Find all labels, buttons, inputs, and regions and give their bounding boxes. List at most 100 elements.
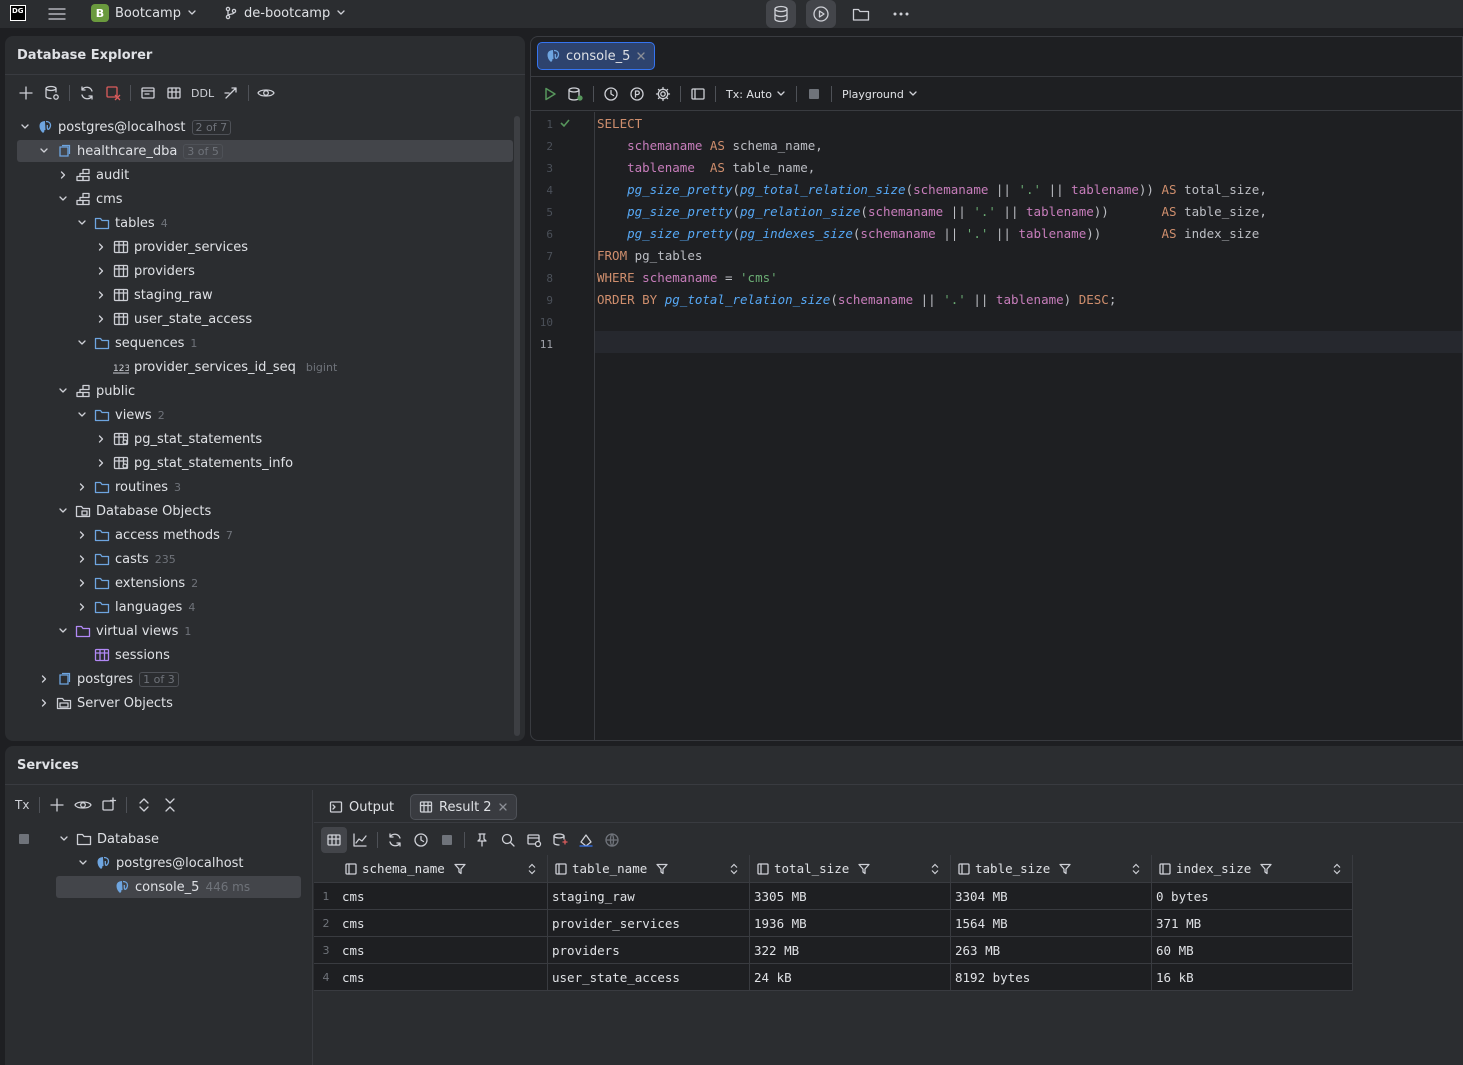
filter-icon[interactable]	[453, 862, 467, 876]
services-toolwindow-button[interactable]	[806, 0, 836, 28]
table-cell[interactable]: 60 MB	[1152, 937, 1353, 964]
tree-node-view[interactable]: pg_stat_statements	[5, 428, 513, 450]
chevron-right-icon[interactable]	[75, 576, 89, 590]
table-view-button[interactable]	[321, 827, 347, 853]
tab-output[interactable]: Output	[321, 794, 402, 820]
table-cell[interactable]: 24 kB	[750, 964, 951, 991]
chevron-right-icon[interactable]	[75, 528, 89, 542]
chevron-down-icon[interactable]	[56, 384, 70, 398]
table-cell[interactable]: cms	[338, 883, 548, 910]
sort-icon[interactable]	[729, 863, 739, 875]
export-button[interactable]	[547, 827, 573, 853]
filter-icon[interactable]	[1058, 862, 1072, 876]
tree-node-view[interactable]: pg_stat_statements_info	[5, 452, 513, 474]
tree-node-view[interactable]: sessions	[5, 644, 513, 666]
files-toolwindow-button[interactable]	[846, 0, 876, 28]
table-cell[interactable]: 3305 MB	[750, 883, 951, 910]
tree-node-table[interactable]: providers	[5, 260, 513, 282]
cancel-button[interactable]	[434, 827, 460, 853]
service-node-database[interactable]: Database	[57, 828, 159, 850]
tree-node-folder[interactable]: tables 4	[5, 212, 513, 234]
filter-icon[interactable]	[655, 862, 669, 876]
stop-icon[interactable]	[19, 834, 29, 844]
table-cell[interactable]: 322 MB	[750, 937, 951, 964]
chevron-right-icon[interactable]	[94, 432, 108, 446]
table-cell[interactable]: cms	[338, 910, 548, 937]
main-menu-button[interactable]	[42, 0, 72, 28]
tree-node-folder[interactable]: Server Objects	[5, 692, 513, 714]
table-cell[interactable]: 8192 bytes	[951, 964, 1152, 991]
chevron-right-icon[interactable]	[94, 312, 108, 326]
search-button[interactable]	[495, 827, 521, 853]
tree-node-folder[interactable]: sequences 1	[5, 332, 513, 354]
pin-parameters-button[interactable]	[624, 81, 650, 107]
new-button[interactable]	[13, 80, 39, 106]
explain-plan-button[interactable]	[563, 81, 589, 107]
data-editor-button[interactable]	[573, 827, 599, 853]
chevron-down-icon[interactable]	[56, 192, 70, 206]
tree-node-database[interactable]: healthcare_dba 3 of 5	[17, 140, 513, 162]
edit-data-button[interactable]	[161, 80, 187, 106]
jump-to-source-button[interactable]	[218, 80, 244, 106]
chevron-right-icon[interactable]	[94, 264, 108, 278]
table-cell[interactable]: staging_raw	[548, 883, 750, 910]
chevron-down-icon[interactable]	[56, 504, 70, 518]
tree-node-table[interactable]: user_state_access	[5, 308, 513, 330]
tree-node-table[interactable]: provider_services	[5, 236, 513, 258]
jump-to-console-button[interactable]	[135, 80, 161, 106]
tree-node-folder[interactable]: languages 4	[5, 596, 513, 618]
database-toolwindow-button[interactable]	[766, 0, 796, 28]
filter-icon[interactable]	[1259, 862, 1273, 876]
web-view-button[interactable]	[599, 827, 625, 853]
close-icon[interactable]	[498, 802, 508, 812]
settings-button[interactable]	[650, 81, 676, 107]
filter-icon[interactable]	[857, 862, 871, 876]
mode-dropdown[interactable]: Playground	[836, 88, 924, 101]
app-logo[interactable]: DG	[10, 0, 26, 26]
close-icon[interactable]	[636, 51, 646, 61]
more-button[interactable]	[886, 0, 916, 28]
tree-node-folder[interactable]: Database Objects	[5, 500, 513, 522]
table-cell[interactable]: 1564 MB	[951, 910, 1152, 937]
chevron-right-icon[interactable]	[94, 240, 108, 254]
tab-result-2[interactable]: Result 2	[410, 794, 517, 820]
ddl-button[interactable]: DDL	[187, 80, 218, 106]
chevron-down-icon[interactable]	[37, 144, 51, 158]
chart-view-button[interactable]	[347, 827, 373, 853]
refresh-button[interactable]	[74, 80, 100, 106]
chevron-right-icon[interactable]	[75, 480, 89, 494]
column-header[interactable]: schema_name	[338, 855, 548, 883]
column-header[interactable]: table_name	[548, 855, 750, 883]
tree-node-schema[interactable]: cms	[5, 188, 513, 210]
tree-node-folder[interactable]: virtual views 1	[5, 620, 513, 642]
service-node-connection[interactable]: postgres@localhost	[76, 852, 244, 874]
table-cell[interactable]: provider_services	[548, 910, 750, 937]
sort-icon[interactable]	[930, 863, 940, 875]
chevron-right-icon[interactable]	[37, 696, 51, 710]
output-layout-button[interactable]	[685, 81, 711, 107]
sort-icon[interactable]	[1332, 863, 1342, 875]
history-button[interactable]	[408, 827, 434, 853]
table-cell[interactable]: 263 MB	[951, 937, 1152, 964]
disconnect-button[interactable]	[100, 80, 126, 106]
compare-button[interactable]	[521, 827, 547, 853]
execute-button[interactable]	[537, 81, 563, 107]
tree-node-schema[interactable]: audit	[5, 164, 513, 186]
chevron-right-icon[interactable]	[37, 672, 51, 686]
data-source-properties-button[interactable]	[39, 80, 65, 106]
table-cell[interactable]: cms	[338, 964, 548, 991]
reload-button[interactable]	[382, 827, 408, 853]
chevron-right-icon[interactable]	[94, 456, 108, 470]
scrollbar[interactable]	[514, 116, 520, 736]
table-cell[interactable]: 3304 MB	[951, 883, 1152, 910]
table-cell[interactable]: user_state_access	[548, 964, 750, 991]
tree-node-connection[interactable]: postgres@localhost 2 of 7	[5, 116, 513, 138]
chevron-down-icon[interactable]	[75, 336, 89, 350]
pin-tab-button[interactable]	[469, 827, 495, 853]
tree-node-database[interactable]: postgres 1 of 3	[5, 668, 513, 690]
query-history-button[interactable]	[598, 81, 624, 107]
code-editor[interactable]: SELECT schemaname AS schema_name, tablen…	[531, 112, 1462, 741]
table-cell[interactable]: 1936 MB	[750, 910, 951, 937]
column-header[interactable]: index_size	[1152, 855, 1353, 883]
sort-icon[interactable]	[1131, 863, 1141, 875]
